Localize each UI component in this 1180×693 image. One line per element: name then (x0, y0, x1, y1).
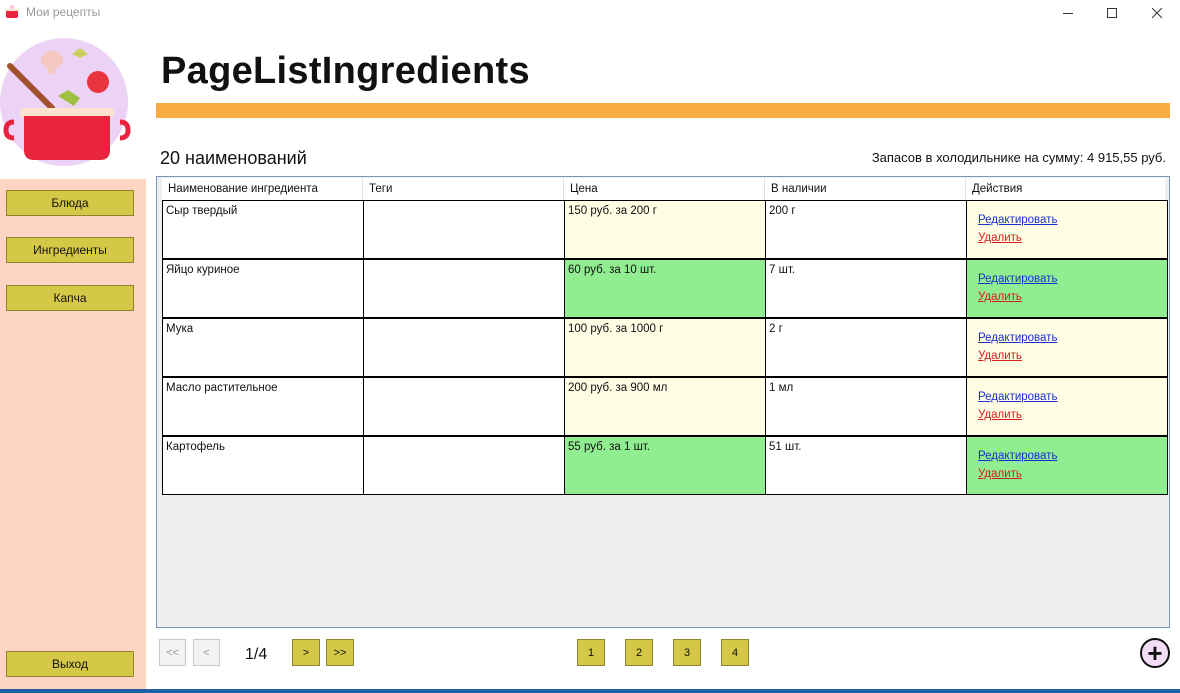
close-icon[interactable] (1134, 0, 1180, 26)
ingredient-tags (363, 436, 565, 495)
row-actions: Редактировать Удалить (966, 259, 1168, 318)
sidebar-item-ingredients[interactable]: Ингредиенты (6, 237, 134, 263)
bottom-strip (0, 689, 1180, 693)
maximize-icon[interactable] (1089, 0, 1135, 26)
edit-link[interactable]: Редактировать (978, 273, 1164, 285)
page-indicator: 1/4 (245, 646, 268, 663)
edit-link[interactable]: Редактировать (978, 450, 1164, 462)
first-page-button[interactable]: << (159, 639, 186, 666)
ingredient-name: Сыр твердый (162, 200, 364, 259)
row-actions: Редактировать Удалить (966, 318, 1168, 377)
page-button-2[interactable]: 2 (625, 639, 653, 666)
items-count: 20 наименований (160, 148, 307, 168)
edit-link[interactable]: Редактировать (978, 391, 1164, 403)
edit-link[interactable]: Редактировать (978, 214, 1164, 226)
ingredient-stock: 1 мл (765, 377, 967, 436)
cooking-pot-logo (0, 38, 131, 166)
ingredient-name: Масло растительное (162, 377, 364, 436)
minimize-icon[interactable] (1045, 0, 1091, 26)
table-row[interactable]: Мука 100 руб. за 1000 г 2 г Редактироват… (162, 318, 1168, 377)
row-actions: Редактировать Удалить (966, 436, 1168, 495)
sidebar-item-dishes[interactable]: Блюда (6, 190, 134, 216)
app-pot-icon (5, 5, 19, 18)
accent-bar (156, 103, 1170, 118)
delete-link[interactable]: Удалить (978, 291, 1164, 303)
column-header-actions[interactable]: Действия (966, 178, 1165, 200)
delete-link[interactable]: Удалить (978, 232, 1164, 244)
table-row[interactable]: Яйцо куриное 60 руб. за 10 шт. 7 шт. Ред… (162, 259, 1168, 318)
column-header-stock[interactable]: В наличии (765, 178, 966, 200)
delete-link[interactable]: Удалить (978, 409, 1164, 421)
window-titlebar: Мои рецепты (0, 0, 1180, 26)
ingredient-price: 100 руб. за 1000 г (564, 318, 766, 377)
column-header-tags[interactable]: Теги (363, 178, 564, 200)
table-row[interactable]: Масло растительное 200 руб. за 900 мл 1 … (162, 377, 1168, 436)
page-button-4[interactable]: 4 (721, 639, 749, 666)
table-row[interactable]: Сыр твердый 150 руб. за 200 г 200 г Реда… (162, 200, 1168, 259)
page-title: PageListIngredients (161, 50, 530, 92)
sidebar: Блюда Ингредиенты Капча Выход (0, 179, 146, 689)
fridge-total: Запасов в холодильнике на сумму: 4 915,5… (871, 150, 1166, 165)
sidebar-item-captcha[interactable]: Капча (6, 285, 134, 311)
ingredient-name: Картофель (162, 436, 364, 495)
page-button-3[interactable]: 3 (673, 639, 701, 666)
add-ingredient-button[interactable]: + (1140, 638, 1170, 668)
table-body: Сыр твердый 150 руб. за 200 г 200 г Реда… (162, 200, 1168, 495)
logo-area (0, 26, 146, 179)
ingredient-tags (363, 377, 565, 436)
window-title: Мои рецепты (26, 5, 101, 19)
ingredient-tags (363, 259, 565, 318)
column-header-name[interactable]: Наименование ингредиента (162, 178, 363, 200)
ingredient-name: Мука (162, 318, 364, 377)
edit-link[interactable]: Редактировать (978, 332, 1164, 344)
ingredient-price: 55 руб. за 1 шт. (564, 436, 766, 495)
delete-link[interactable]: Удалить (978, 468, 1164, 480)
ingredient-price: 60 руб. за 10 шт. (564, 259, 766, 318)
table-row[interactable]: Картофель 55 руб. за 1 шт. 51 шт. Редакт… (162, 436, 1168, 495)
ingredient-tags (363, 318, 565, 377)
row-actions: Редактировать Удалить (966, 377, 1168, 436)
ingredient-stock: 51 шт. (765, 436, 967, 495)
page-button-1[interactable]: 1 (577, 639, 605, 666)
next-page-button[interactable]: > (292, 639, 320, 666)
prev-page-button[interactable]: < (193, 639, 220, 666)
last-page-button[interactable]: >> (326, 639, 354, 666)
ingredient-name: Яйцо куриное (162, 259, 364, 318)
ingredient-tags (363, 200, 565, 259)
ingredient-price: 200 руб. за 900 мл (564, 377, 766, 436)
ingredient-price: 150 руб. за 200 г (564, 200, 766, 259)
delete-link[interactable]: Удалить (978, 350, 1164, 362)
column-header-price[interactable]: Цена (564, 178, 765, 200)
ingredient-stock: 2 г (765, 318, 967, 377)
ingredients-table: Наименование ингредиента Теги Цена В нал… (156, 176, 1170, 628)
table-header: Наименование ингредиента Теги Цена В нал… (162, 178, 1165, 201)
row-actions: Редактировать Удалить (966, 200, 1168, 259)
ingredient-stock: 200 г (765, 200, 967, 259)
ingredient-stock: 7 шт. (765, 259, 967, 318)
exit-button[interactable]: Выход (6, 651, 134, 677)
